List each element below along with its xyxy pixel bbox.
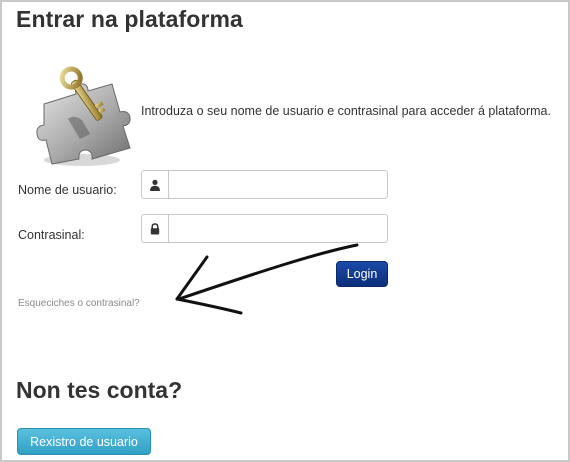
login-page: Entrar na plataforma Introduza o seu nom…: [0, 0, 570, 462]
username-input[interactable]: [169, 171, 387, 198]
intro-text: Introduza o seu nome de usuario e contra…: [141, 104, 551, 118]
forgot-password-link[interactable]: Esqueciches o contrasinal?: [18, 298, 140, 309]
username-field-group[interactable]: [141, 170, 388, 199]
page-title: Entrar na plataforma: [16, 6, 243, 32]
puzzle-key-logo: [36, 66, 131, 166]
register-button[interactable]: Rexistro de usuario: [17, 428, 151, 455]
register-heading: Non tes conta?: [16, 377, 183, 403]
password-label: Contrasinal:: [18, 228, 85, 242]
user-icon: [142, 171, 169, 198]
username-label: Nome de usuario:: [18, 183, 117, 197]
lock-icon: [142, 215, 169, 242]
arrow-annotation-icon: [175, 243, 359, 315]
